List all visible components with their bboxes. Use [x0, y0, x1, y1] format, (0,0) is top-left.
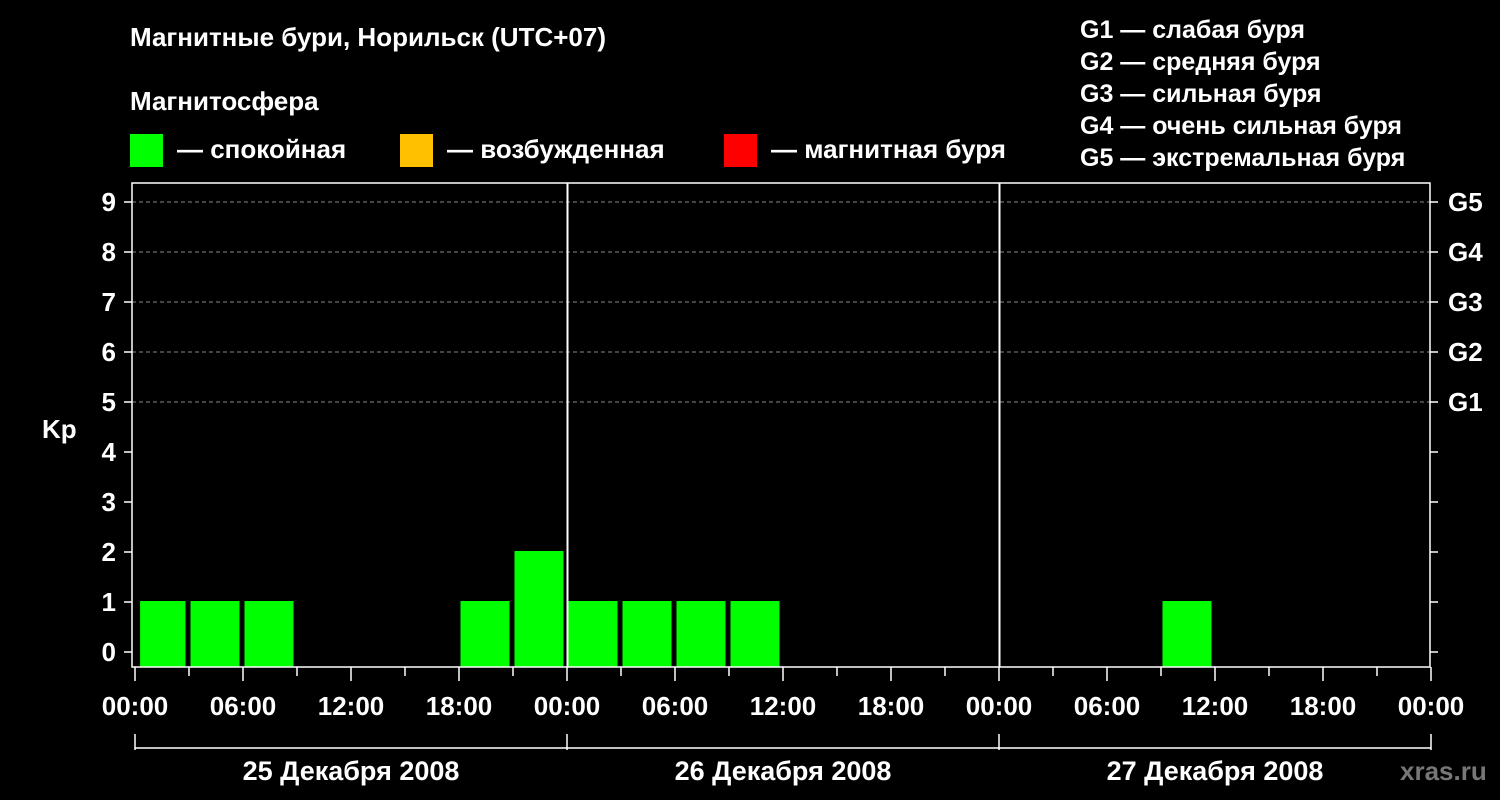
kp-bar: [514, 551, 564, 667]
y-tick-label: 1: [102, 587, 116, 617]
plot-frame: [131, 182, 1431, 668]
y-tick-label: 5: [102, 387, 116, 417]
x-tick-label: 12:00: [318, 691, 385, 721]
x-tick-label: 12:00: [1182, 691, 1249, 721]
x-tick-label: 00:00: [966, 691, 1033, 721]
y-tick-label: 2: [102, 537, 116, 567]
y-tick-label: 3: [102, 487, 116, 517]
day-label: 26 Декабря 2008: [675, 756, 892, 786]
day-label: 27 Декабря 2008: [1107, 756, 1324, 786]
kp-bar: [244, 601, 294, 667]
y-tick-label: 8: [102, 237, 116, 267]
y-tick-label: 4: [102, 437, 117, 467]
day-label: 25 Декабря 2008: [243, 756, 460, 786]
y-tick-label: 7: [102, 287, 116, 317]
kp-bar: [622, 601, 672, 667]
kp-bar: [568, 601, 618, 667]
x-tick-label: 00:00: [102, 691, 169, 721]
g-scale-label: G2: [1448, 337, 1483, 367]
x-tick-label: 18:00: [426, 691, 493, 721]
kp-bar: [676, 601, 726, 667]
y-tick-label: 9: [102, 187, 116, 217]
kp-bar: [140, 601, 186, 667]
g-scale-label: G4: [1448, 237, 1483, 267]
x-tick-label: 06:00: [1074, 691, 1141, 721]
y-tick-label: 6: [102, 337, 116, 367]
x-tick-label: 18:00: [858, 691, 925, 721]
g-scale-label: G1: [1448, 387, 1483, 417]
g-scale-label: G3: [1448, 287, 1483, 317]
kp-chart: 0 1 2 3 4 5 6 7 8 9 G1 G2 G3 G4 G5 Kp 00:00 06:00 12:00 18:…: [42, 182, 1483, 786]
x-tick-label: 12:00: [750, 691, 817, 721]
kp-bar: [190, 601, 240, 667]
x-tick-label: 06:00: [642, 691, 709, 721]
x-tick-label: 18:00: [1290, 691, 1357, 721]
x-tick-label: 00:00: [534, 691, 601, 721]
kp-bar: [730, 601, 780, 667]
y-tick-label: 0: [102, 637, 116, 667]
y-axis-label: Kp: [42, 414, 77, 444]
watermark: xras.ru: [1400, 756, 1487, 786]
kp-bar: [460, 601, 510, 667]
x-tick-label: 00:00: [1398, 691, 1465, 721]
g-scale-label: G5: [1448, 187, 1483, 217]
x-tick-label: 06:00: [210, 691, 277, 721]
kp-bar: [1162, 601, 1212, 667]
